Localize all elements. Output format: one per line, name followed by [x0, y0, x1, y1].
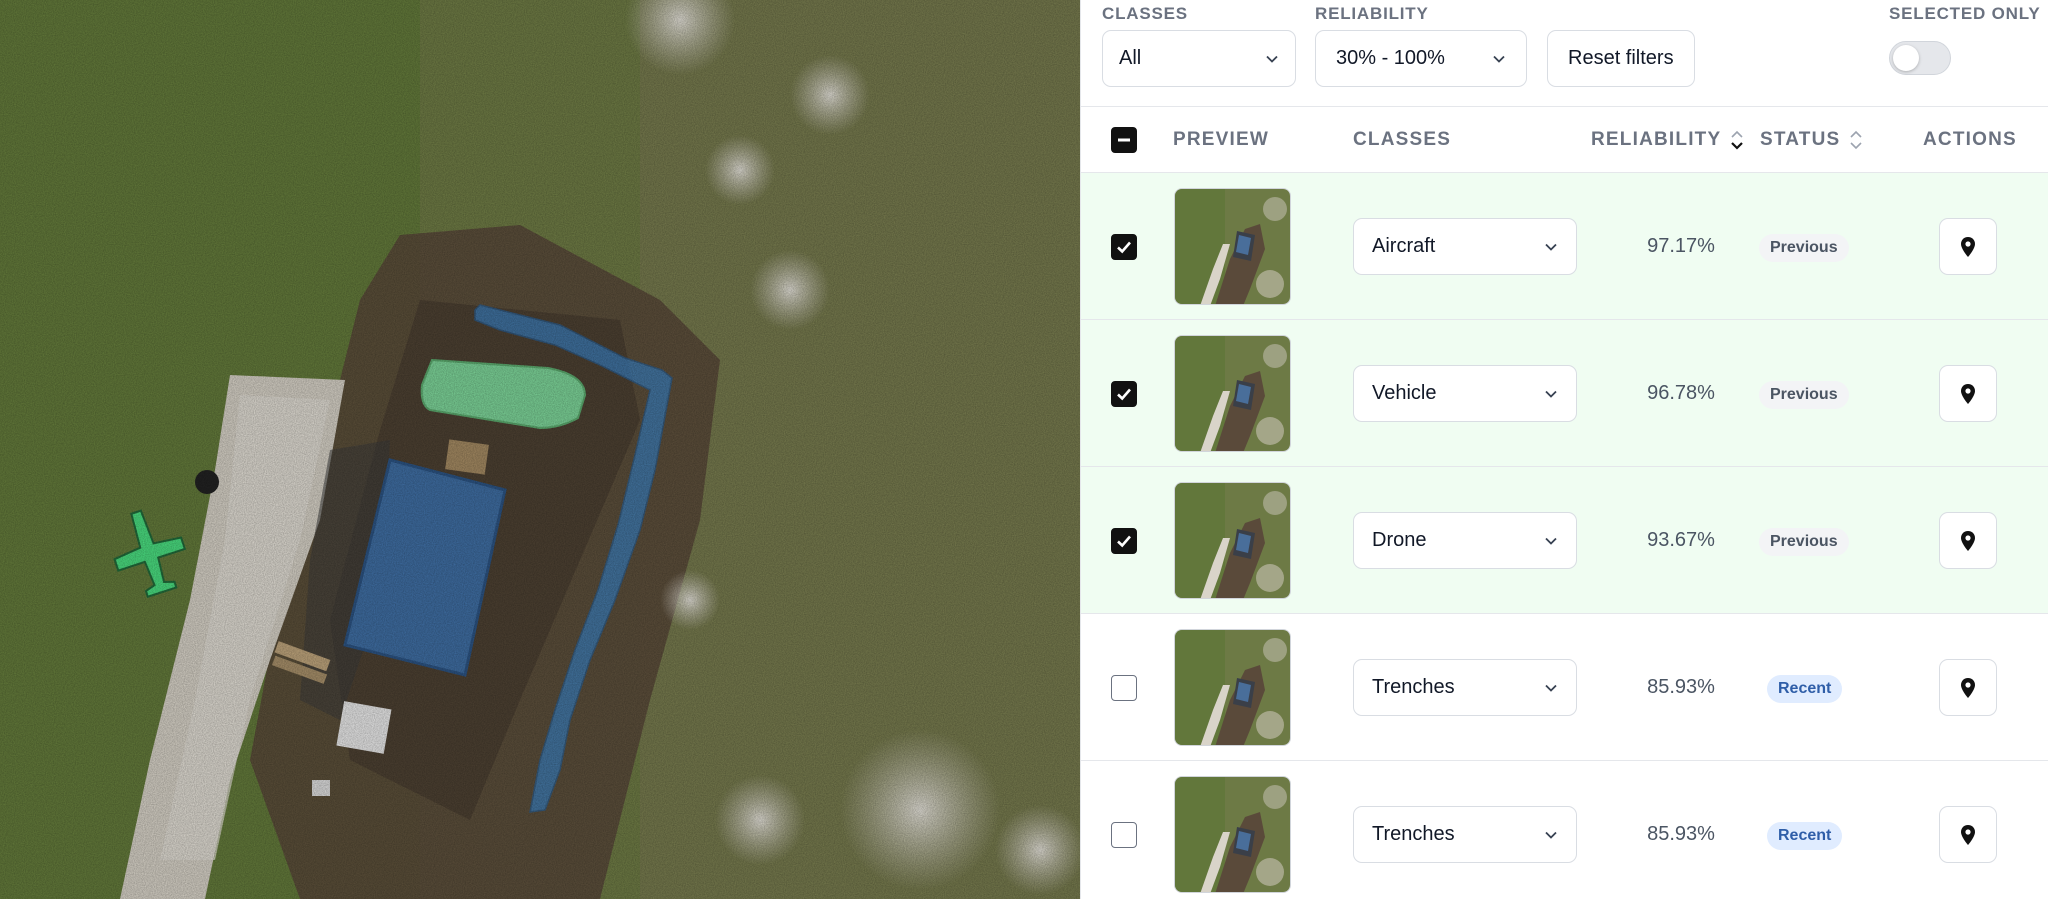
- classes-filter-label: CLASSES: [1102, 4, 1188, 23]
- class-select[interactable]: Trenches: [1353, 806, 1577, 863]
- row-checkbox[interactable]: [1111, 381, 1137, 407]
- column-preview-label: PREVIEW: [1173, 129, 1270, 150]
- status-badge: Previous: [1759, 528, 1849, 556]
- map-pin-icon: [1961, 677, 1975, 698]
- chevron-down-icon: [1493, 55, 1505, 63]
- reliability-value: 97.17%: [1647, 235, 1715, 257]
- status-badge: Previous: [1759, 234, 1849, 262]
- status-badge: Recent: [1767, 822, 1843, 850]
- select-all-checkbox[interactable]: [1111, 127, 1137, 153]
- row-checkbox[interactable]: [1111, 675, 1137, 701]
- filter-bar: CLASSES All RELIABILITY 30% - 100% Reset…: [1081, 0, 2048, 107]
- classes-filter-select[interactable]: All: [1102, 30, 1296, 87]
- column-reliability-label: RELIABILITY: [1591, 129, 1722, 150]
- sort-icon[interactable]: [1848, 129, 1864, 151]
- column-preview: PREVIEW: [1173, 129, 1269, 151]
- table-row[interactable]: Vehicle 96.78% Previous: [1081, 320, 2048, 467]
- reset-filters-button[interactable]: Reset filters: [1547, 30, 1695, 87]
- locate-on-map-button[interactable]: [1939, 806, 1997, 863]
- aerial-map[interactable]: [0, 0, 1080, 899]
- selected-only-label: SELECTED ONLY: [1889, 4, 2041, 23]
- toggle-knob: [1893, 45, 1919, 71]
- sort-icon[interactable]: [1729, 129, 1745, 151]
- detection-preview-thumbnail[interactable]: [1174, 629, 1291, 746]
- column-status-label: STATUS: [1760, 129, 1841, 150]
- status-badge: Recent: [1767, 675, 1843, 703]
- map-pin-icon: [1961, 824, 1975, 845]
- column-reliability[interactable]: RELIABILITY: [1591, 129, 1745, 151]
- detection-preview-thumbnail[interactable]: [1174, 776, 1291, 893]
- chevron-down-icon: [1545, 243, 1557, 251]
- table-row[interactable]: Trenches 85.93% Recent: [1081, 761, 2048, 899]
- column-actions-label: ACTIONS: [1923, 129, 2017, 150]
- chevron-down-icon: [1266, 55, 1278, 63]
- class-select-value: Trenches: [1372, 823, 1455, 845]
- row-checkbox[interactable]: [1111, 234, 1137, 260]
- reliability-filter-select[interactable]: 30% - 100%: [1315, 30, 1527, 87]
- locate-on-map-button[interactable]: [1939, 659, 1997, 716]
- class-select-value: Aircraft: [1372, 235, 1436, 257]
- row-checkbox[interactable]: [1111, 528, 1137, 554]
- reliability-filter-value: 30% - 100%: [1336, 47, 1445, 69]
- reliability-value: 93.67%: [1647, 529, 1715, 551]
- class-select-value: Drone: [1372, 529, 1427, 551]
- reliability-value: 96.78%: [1647, 382, 1715, 404]
- locate-on-map-button[interactable]: [1939, 218, 1997, 275]
- detection-preview-thumbnail[interactable]: [1174, 482, 1291, 599]
- column-classes-label: CLASSES: [1353, 129, 1452, 150]
- map-pin-icon: [1961, 236, 1975, 257]
- locate-on-map-button[interactable]: [1939, 512, 1997, 569]
- locate-on-map-button[interactable]: [1939, 365, 1997, 422]
- class-select[interactable]: Trenches: [1353, 659, 1577, 716]
- classes-filter-value: All: [1119, 47, 1142, 69]
- class-select[interactable]: Aircraft: [1353, 218, 1577, 275]
- status-badge: Previous: [1759, 381, 1849, 409]
- row-checkbox[interactable]: [1111, 822, 1137, 848]
- map-pin-icon: [1961, 530, 1975, 551]
- column-classes: CLASSES: [1353, 129, 1451, 151]
- check-icon: [1117, 388, 1131, 401]
- chevron-down-icon: [1545, 831, 1557, 839]
- map-pin-icon: [1961, 383, 1975, 404]
- detection-preview-thumbnail[interactable]: [1174, 335, 1291, 452]
- table-row[interactable]: Aircraft 97.17% Previous: [1081, 173, 2048, 320]
- chevron-down-icon: [1545, 390, 1557, 398]
- table-row[interactable]: Drone 93.67% Previous: [1081, 467, 2048, 614]
- class-select-value: Vehicle: [1372, 382, 1437, 404]
- chevron-down-icon: [1545, 537, 1557, 545]
- table-header: PREVIEW CLASSES RELIABILITY STATUS ACTIO…: [1081, 108, 2048, 173]
- class-select[interactable]: Drone: [1353, 512, 1577, 569]
- class-select[interactable]: Vehicle: [1353, 365, 1577, 422]
- column-actions: ACTIONS: [1923, 129, 2017, 151]
- selected-only-toggle[interactable]: [1889, 41, 1951, 75]
- check-icon: [1117, 241, 1131, 254]
- reliability-value: 85.93%: [1647, 676, 1715, 698]
- table-row[interactable]: Trenches 85.93% Recent: [1081, 614, 2048, 761]
- detection-preview-thumbnail[interactable]: [1174, 188, 1291, 305]
- check-icon: [1117, 535, 1131, 548]
- detections-panel: CLASSES All RELIABILITY 30% - 100% Reset…: [1080, 0, 2048, 899]
- reliability-value: 85.93%: [1647, 823, 1715, 845]
- minus-icon: [1118, 138, 1130, 142]
- class-select-value: Trenches: [1372, 676, 1455, 698]
- aerial-map-image: [0, 0, 1080, 899]
- chevron-down-icon: [1545, 684, 1557, 692]
- reliability-filter-label: RELIABILITY: [1315, 4, 1429, 23]
- column-status[interactable]: STATUS: [1760, 129, 1864, 151]
